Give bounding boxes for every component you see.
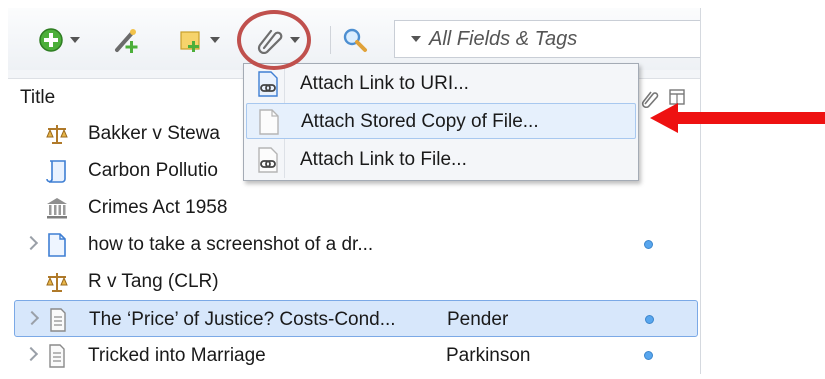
toolbar-separator: [330, 26, 331, 54]
column-header-title[interactable]: Title: [20, 87, 55, 109]
bill-scroll-icon: [46, 160, 66, 183]
add-by-identifier-button[interactable]: [112, 24, 142, 56]
attachment-dot-icon[interactable]: [644, 351, 653, 360]
link-file-icon: [258, 147, 278, 173]
item-creator: Parkinson: [446, 345, 531, 366]
new-item-button[interactable]: [38, 24, 80, 56]
link-uri-icon: [258, 71, 278, 97]
attachment-menu: Attach Link to URI... Attach Stored Copy…: [243, 63, 639, 181]
item-title: Tricked into Marriage: [88, 345, 266, 366]
add-by-identifier-icon: [115, 29, 138, 53]
table-row[interactable]: Tricked into Marriage Parkinson: [8, 337, 700, 374]
new-note-button[interactable]: [178, 24, 220, 56]
chevron-down-icon: [70, 37, 80, 43]
item-title: how to take a screenshot of a dr...: [88, 234, 374, 255]
item-title: R v Tang (CLR): [88, 271, 219, 292]
chevron-down-icon: [210, 37, 220, 43]
annotation-circle: [237, 10, 311, 70]
case-scales-icon: [46, 273, 68, 292]
search-input[interactable]: All Fields & Tags: [394, 20, 700, 58]
attachment-dot-icon[interactable]: [645, 315, 654, 324]
item-title: Bakker v Stewa: [88, 123, 220, 144]
file-icon: [259, 109, 279, 135]
menu-item-attach-stored-copy[interactable]: Attach Stored Copy of File...: [246, 103, 636, 139]
search-mode-chevron-icon[interactable]: [411, 36, 421, 42]
menu-item-label: Attach Link to File...: [300, 149, 467, 170]
menu-item-attach-link-to-file[interactable]: Attach Link to File...: [246, 142, 636, 178]
search-icon: [343, 28, 367, 52]
table-row[interactable]: Crimes Act 1958: [8, 189, 700, 226]
expand-twisty-icon[interactable]: [23, 346, 39, 362]
case-scales-icon: [46, 125, 68, 144]
table-row[interactable]: R v Tang (CLR): [8, 263, 700, 300]
new-item-icon: [39, 28, 63, 52]
menu-item-attach-link-to-uri[interactable]: Attach Link to URI...: [246, 66, 636, 102]
journal-article-icon: [49, 344, 65, 368]
search-button[interactable]: [342, 24, 368, 56]
expand-twisty-icon[interactable]: [23, 235, 39, 251]
item-title: The ‘Price’ of Justice? Costs-Cond...: [89, 309, 396, 330]
statute-building-icon: [47, 198, 67, 219]
item-title: Crimes Act 1958: [88, 197, 228, 218]
item-creator: Pender: [447, 309, 509, 330]
item-title: Carbon Pollutio: [88, 160, 218, 181]
table-row[interactable]: how to take a screenshot of a dr...: [8, 226, 700, 263]
journal-article-icon: [50, 308, 66, 332]
annotation-arrow-icon: [650, 103, 825, 133]
search-placeholder: All Fields & Tags: [429, 27, 578, 50]
attachment-dot-icon[interactable]: [644, 240, 653, 249]
table-row-selected[interactable]: The ‘Price’ of Justice? Costs-Cond... Pe…: [14, 300, 698, 337]
expand-twisty-icon[interactable]: [24, 310, 40, 326]
menu-item-label: Attach Stored Copy of File...: [301, 111, 539, 132]
document-icon: [48, 233, 66, 257]
toolbar: All Fields & Tags: [8, 8, 700, 70]
menu-item-label: Attach Link to URI...: [300, 73, 469, 94]
new-note-icon: [180, 31, 200, 52]
